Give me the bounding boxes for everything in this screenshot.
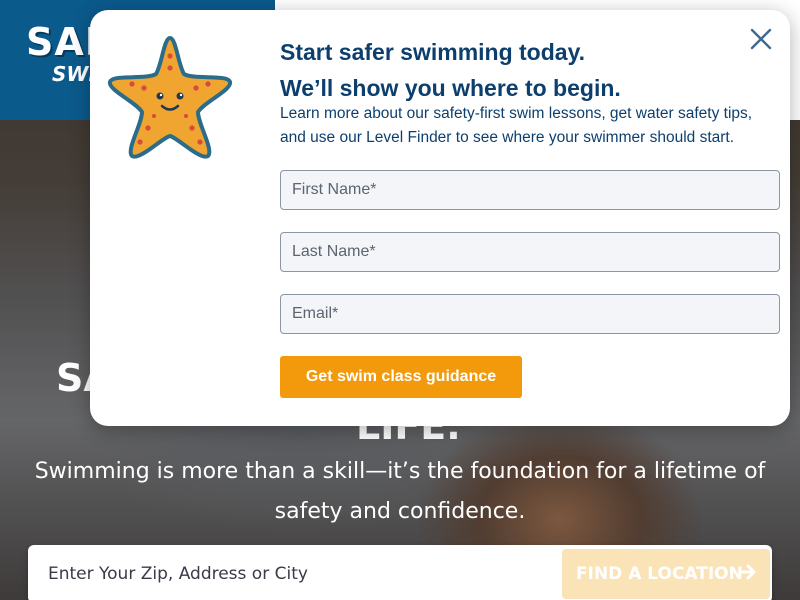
find-location-label: FIND A LOCATION bbox=[576, 564, 743, 584]
modal-title-line-2: We’ll show you where to begin. bbox=[280, 75, 621, 101]
last-name-field[interactable] bbox=[280, 232, 780, 272]
get-guidance-button[interactable]: Get swim class guidance bbox=[280, 356, 522, 398]
starfish-icon bbox=[104, 34, 236, 160]
hero-subtitle: Swimming is more than a skill—it’s the f… bbox=[34, 459, 766, 524]
modal-description: Learn more about our safety-first swim l… bbox=[280, 105, 753, 146]
email-field[interactable] bbox=[280, 294, 780, 334]
location-search-bar: FIND A LOCATION bbox=[28, 545, 772, 600]
signup-modal: Start safer swimming today. We’ll show y… bbox=[90, 10, 790, 426]
arrow-right-icon bbox=[739, 562, 756, 586]
modal-title: Start safer swimming today. We’ll show y… bbox=[280, 34, 621, 106]
location-search-input[interactable] bbox=[48, 560, 568, 588]
close-icon[interactable] bbox=[748, 26, 774, 52]
find-location-button[interactable]: FIND A LOCATION bbox=[562, 549, 770, 599]
first-name-field[interactable] bbox=[280, 170, 780, 210]
modal-title-line-1: Start safer swimming today. bbox=[280, 39, 586, 65]
